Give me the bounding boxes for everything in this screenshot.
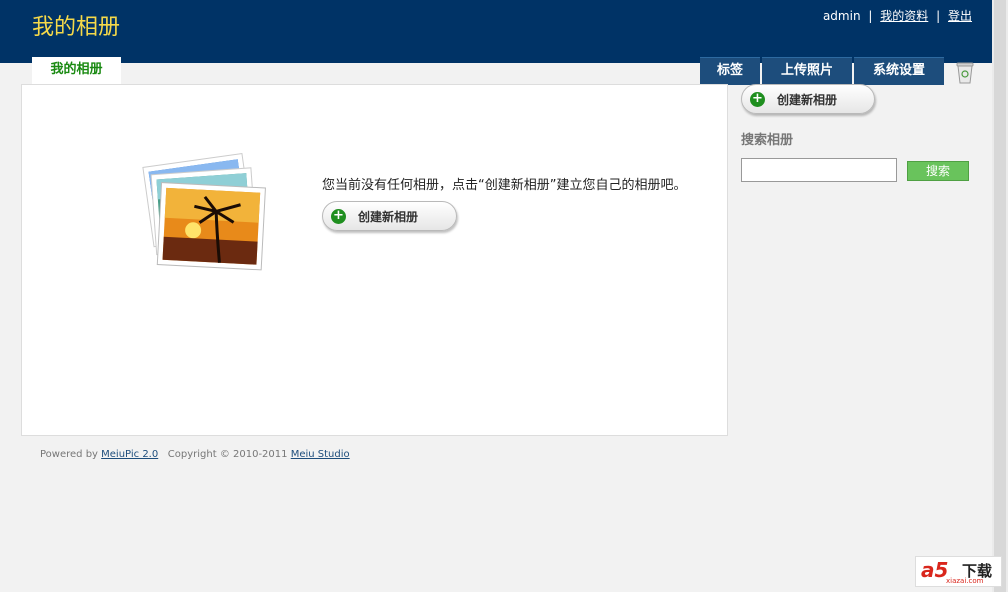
- tab-my-albums[interactable]: 我的相册: [32, 57, 121, 85]
- album-content-panel: 您当前没有任何相册，点击“创建新相册”建立您自己的相册吧。 + 创建新相册: [21, 84, 728, 436]
- a5-download-watermark: a5 下载 xiazai.com: [915, 556, 1002, 587]
- plus-icon: +: [750, 91, 765, 107]
- meiupic-link[interactable]: MeiuPic 2.0: [101, 449, 158, 460]
- recycle-bin-icon[interactable]: [955, 60, 975, 84]
- sidebar-create-album-button[interactable]: + 创建新相册: [741, 84, 875, 114]
- copyright-text: Copyright © 2010-2011: [167, 449, 288, 460]
- footer: Powered by MeiuPic 2.0 Copyright © 2010-…: [40, 449, 350, 460]
- site-title: 我的相册: [32, 15, 121, 40]
- search-albums-heading: 搜索相册: [741, 133, 794, 148]
- search-input[interactable]: [741, 158, 897, 182]
- scrollbar-thumb[interactable]: [994, 0, 1006, 592]
- create-album-label: 创建新相册: [358, 209, 419, 224]
- powered-by-text: Powered by: [40, 449, 98, 460]
- photos-illustration-icon: [142, 149, 272, 279]
- a5-logo-icon: a5: [921, 558, 949, 582]
- separator: |: [936, 9, 941, 23]
- tab-upload-photos[interactable]: 上传照片: [762, 57, 852, 85]
- nav-tabs: 标签 上传照片 系统设置: [700, 57, 946, 85]
- plus-icon: +: [331, 208, 346, 224]
- tab-system-settings[interactable]: 系统设置: [854, 57, 944, 85]
- profile-link[interactable]: 我的资料: [880, 9, 928, 23]
- separator: |: [868, 9, 873, 23]
- tab-tags[interactable]: 标签: [700, 57, 760, 85]
- vertical-scrollbar[interactable]: [992, 0, 1008, 592]
- empty-albums-message: 您当前没有任何相册，点击“创建新相册”建立您自己的相册吧。: [322, 178, 687, 193]
- search-button[interactable]: 搜索: [907, 161, 969, 181]
- badge-domain: xiazai.com: [946, 577, 984, 585]
- create-album-button[interactable]: + 创建新相册: [322, 201, 457, 231]
- sidebar-create-album-label: 创建新相册: [777, 92, 838, 107]
- user-links: admin | 我的资料 | 登出: [823, 7, 972, 24]
- username: admin: [822, 9, 861, 23]
- logout-link[interactable]: 登出: [948, 9, 972, 23]
- top-header: 我的相册 admin | 我的资料 | 登出: [0, 0, 992, 63]
- meiu-studio-link[interactable]: Meiu Studio: [291, 449, 350, 460]
